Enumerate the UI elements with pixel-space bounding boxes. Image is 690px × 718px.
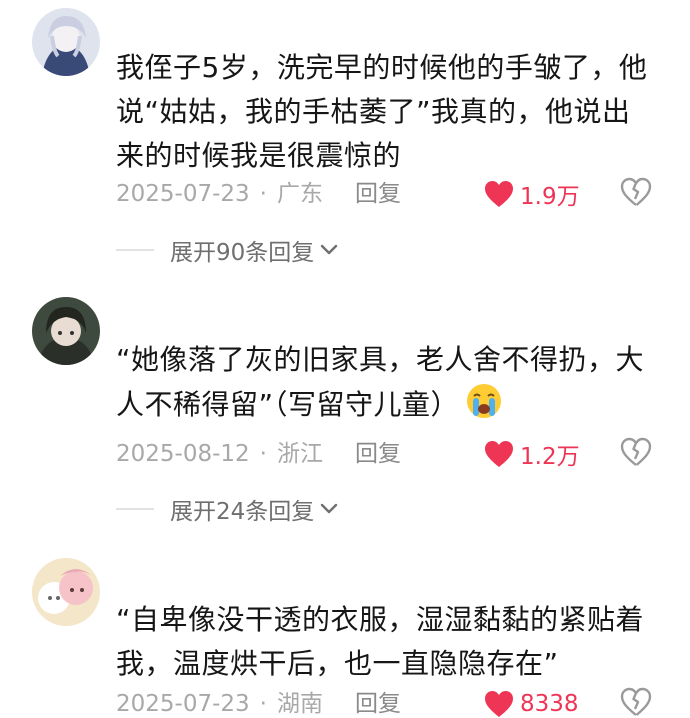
separator: · — [259, 181, 267, 207]
expand-replies[interactable]: 展开90条回复 — [116, 233, 338, 267]
divider-line — [116, 508, 154, 510]
like-count: 1.2万 — [520, 444, 580, 470]
comment-list: 我侄子5岁，洗完早的时候他的手皱了，他说“姑姑，我的手枯萎了”我真的，他说出来的… — [0, 0, 690, 718]
like-count: 8338 — [520, 691, 579, 717]
dislike-button[interactable] — [620, 176, 656, 212]
comment-date: 2025-07-23 — [116, 691, 250, 717]
comment-meta: 2025-07-23 · 广东 回复 — [116, 176, 401, 212]
chevron-down-icon — [321, 503, 338, 514]
like-button[interactable]: 1.2万 — [484, 436, 580, 472]
like-button[interactable]: 8338 — [484, 686, 579, 718]
broken-heart-icon — [620, 437, 652, 466]
expand-replies-label: 展开24条回复 — [170, 499, 315, 525]
reply-button[interactable]: 回复 — [355, 176, 401, 212]
comment-region: 广东 — [276, 181, 323, 207]
like-count: 1.9万 — [520, 184, 580, 210]
separator: · — [259, 691, 267, 717]
heart-icon — [485, 441, 513, 467]
heart-icon — [485, 691, 513, 717]
avatar[interactable] — [32, 297, 100, 365]
comment-region: 浙江 — [276, 441, 323, 467]
like-button[interactable]: 1.9万 — [484, 176, 580, 212]
comment-text-body: “她像落了灰的旧家具，老人舍不得扔，大人不稀得留”（写留守儿童） — [116, 343, 645, 421]
chevron-down-icon — [321, 244, 338, 255]
avatar[interactable] — [32, 8, 100, 76]
avatar[interactable] — [32, 558, 100, 626]
comment-text: “自卑像没干透的衣服，湿湿黏黏的紧贴着我，温度烘干后，也一直隐隐存在” — [116, 603, 645, 680]
heart-icon — [485, 181, 513, 207]
comment-meta: 2025-07-23 · 湖南 回复 — [116, 686, 401, 718]
comment-text: 我侄子5岁，洗完早的时候他的手皱了，他说“姑姑，我的手枯萎了”我真的，他说出来的… — [116, 51, 648, 172]
loudly-crying-face-emoji — [467, 384, 502, 418]
separator: · — [259, 441, 267, 467]
reply-button[interactable]: 回复 — [355, 686, 401, 718]
comment-text: “她像落了灰的旧家具，老人舍不得扔，大人不稀得留”（写留守儿童） — [116, 338, 656, 427]
broken-heart-icon — [620, 687, 652, 716]
expand-replies-label: 展开90条回复 — [170, 240, 315, 266]
divider-line — [116, 249, 154, 251]
broken-heart-icon — [620, 177, 652, 206]
dislike-button[interactable] — [620, 686, 656, 718]
comment-region: 湖南 — [276, 691, 323, 717]
comment-date: 2025-07-23 — [116, 181, 250, 207]
dislike-button[interactable] — [620, 436, 656, 472]
reply-button[interactable]: 回复 — [355, 436, 401, 472]
comment-date: 2025-08-12 — [116, 441, 250, 467]
expand-replies[interactable]: 展开24条回复 — [116, 492, 338, 526]
comment-meta: 2025-08-12 · 浙江 回复 — [116, 436, 401, 472]
